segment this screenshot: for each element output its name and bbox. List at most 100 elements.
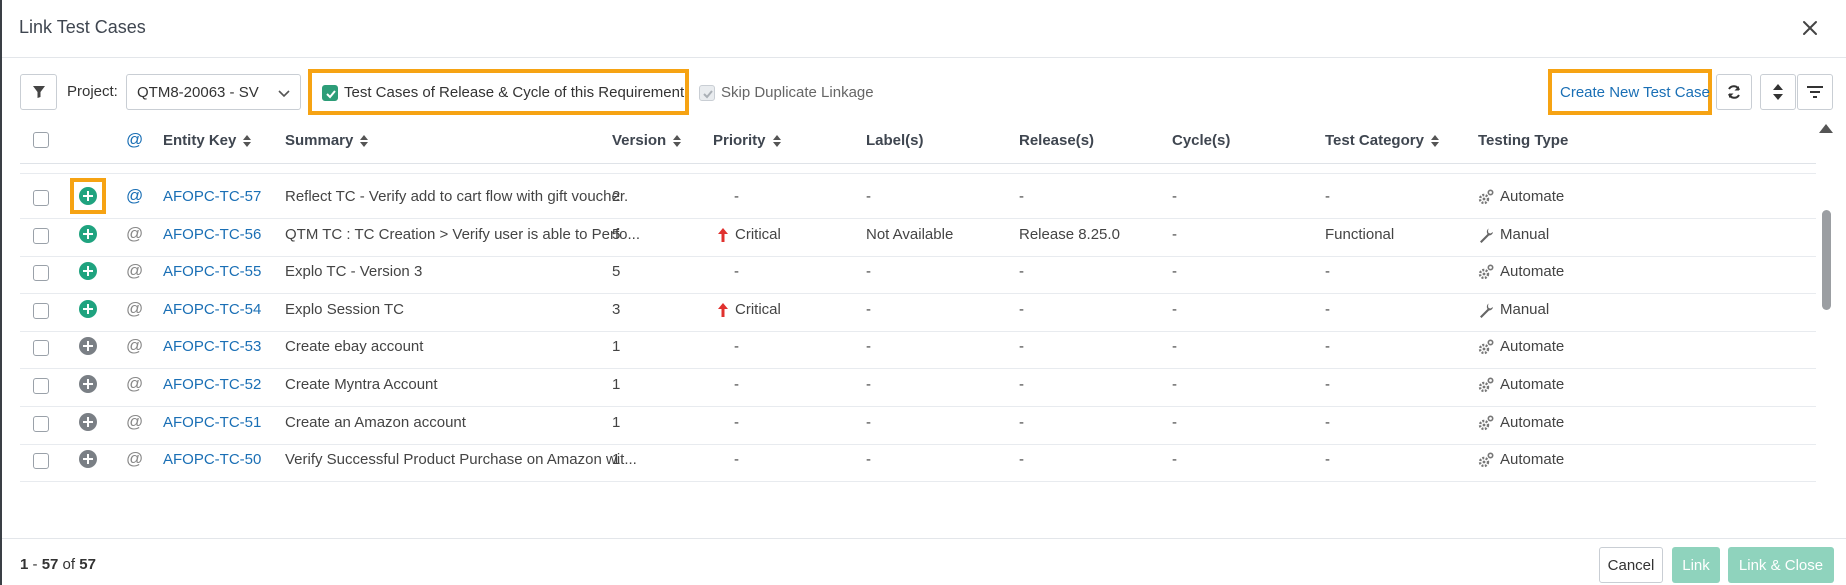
link-and-close-button[interactable]: Link & Close [1728, 547, 1834, 583]
at-icon[interactable]: @ [126, 261, 143, 281]
dialog-footer: 1 - 57 of 57 Cancel Link Link & Close [2, 538, 1846, 585]
column-priority[interactable]: Priority [713, 132, 782, 149]
release-cycle-filter-label[interactable]: Test Cases of Release & Cycle of this Re… [344, 84, 684, 101]
cycles-cell: - [1172, 188, 1177, 205]
skip-duplicate-checkbox[interactable] [699, 85, 715, 101]
column-summary-label: Summary [285, 132, 354, 149]
row-checkbox[interactable] [33, 265, 49, 282]
priority-cell: - [734, 451, 739, 469]
sort-indicator-icon [243, 135, 252, 148]
entity-key-cell[interactable]: AFOPC-TC-56 [163, 226, 261, 243]
entity-key-cell[interactable]: AFOPC-TC-55 [163, 263, 261, 280]
plus-circle-icon[interactable] [79, 337, 97, 356]
priority-label: Critical [735, 300, 781, 318]
releases-cell: - [1019, 188, 1024, 205]
entity-key-cell[interactable]: AFOPC-TC-54 [163, 301, 261, 318]
cancel-button[interactable]: Cancel [1599, 547, 1663, 583]
plus-circle-icon[interactable] [79, 299, 97, 318]
plus-circle-icon[interactable] [79, 450, 97, 469]
scrollbar-thumb[interactable] [1822, 210, 1831, 310]
at-icon[interactable]: @ [126, 449, 143, 469]
version-cell: 5 [612, 225, 621, 243]
releases-cell: - [1019, 300, 1024, 318]
test-cases-grid: @ Entity Key Summary Version Priority La… [20, 118, 1816, 536]
link-button[interactable]: Link [1672, 547, 1720, 583]
summary-cell: QTM TC : TC Creation > Verify user is ab… [285, 225, 640, 243]
at-icon[interactable]: @ [126, 336, 143, 356]
filter-button[interactable] [20, 74, 57, 110]
priority-cell: - [734, 376, 739, 393]
sort-indicator-icon [772, 135, 781, 148]
testing-type-label: Automate [1500, 376, 1565, 393]
column-version[interactable]: Version [612, 132, 682, 149]
row-checkbox[interactable] [33, 190, 49, 206]
column-summary[interactable]: Summary [285, 132, 369, 149]
release-cycle-filter-checkbox[interactable] [322, 85, 338, 101]
dialog-header: Link Test Cases [2, 0, 1846, 58]
at-icon[interactable]: @ [126, 186, 143, 206]
link-test-cases-dialog: Link Test Cases Project: QTM8-20063 - SV [2, 0, 1846, 585]
table-row[interactable]: @ AFOPC-TC-50 Verify Successful Product Pu… [20, 438, 1816, 483]
plus-circle-icon[interactable] [79, 262, 97, 281]
create-new-test-case-link[interactable]: Create New Test Case [1560, 84, 1710, 101]
row-checkbox[interactable] [33, 340, 49, 357]
refresh-button[interactable] [1716, 74, 1752, 110]
at-icon[interactable]: @ [126, 412, 143, 432]
plus-circle-icon[interactable] [79, 224, 97, 243]
chevron-down-icon [278, 90, 290, 98]
test-category-cell: - [1325, 338, 1330, 356]
column-entity-key[interactable]: Entity Key [163, 132, 252, 149]
row-checkbox[interactable] [33, 227, 49, 244]
sort-button[interactable] [1760, 74, 1796, 110]
entity-key-cell[interactable]: AFOPC-TC-57 [163, 188, 261, 205]
test-category-cell: - [1325, 376, 1330, 393]
plus-circle-icon[interactable] [79, 412, 97, 431]
row-checkbox[interactable] [33, 302, 49, 319]
testing-type-label: Automate [1500, 413, 1565, 431]
column-testing-type: Testing Type [1478, 132, 1569, 149]
total-count: 57 [79, 556, 96, 573]
entity-key-cell[interactable]: AFOPC-TC-51 [163, 414, 261, 431]
row-checkbox[interactable] [33, 415, 49, 432]
column-test-category[interactable]: Test Category [1325, 132, 1440, 149]
plus-circle-icon[interactable] [79, 187, 97, 205]
summary-cell: Create Myntra Account [285, 376, 438, 393]
column-labels: Label(s) [866, 132, 924, 149]
gears-icon [1478, 452, 1494, 468]
testing-type-label: Automate [1500, 451, 1565, 469]
entity-key-cell[interactable]: AFOPC-TC-50 [163, 451, 261, 468]
testing-type-cell: Automate [1478, 376, 1564, 393]
testing-type-label: Manual [1500, 300, 1550, 318]
row-checkbox[interactable] [33, 378, 49, 394]
skip-duplicate-label[interactable]: Skip Duplicate Linkage [721, 84, 874, 101]
sort-indicator-icon [673, 135, 682, 148]
funnel-icon [32, 86, 45, 98]
at-icon[interactable]: @ [126, 224, 143, 244]
row-checkbox[interactable] [33, 453, 49, 470]
entity-key-cell[interactable]: AFOPC-TC-52 [163, 376, 261, 393]
at-icon[interactable]: @ [126, 374, 143, 394]
labels-cell: Not Available [866, 225, 954, 243]
column-filter-button[interactable] [1797, 74, 1833, 110]
testing-type-cell: Automate [1478, 188, 1564, 205]
grid-scrollbar[interactable] [1819, 124, 1833, 534]
version-cell: 1 [612, 376, 621, 393]
range-separator: - [28, 556, 42, 573]
cycles-cell: - [1172, 376, 1177, 393]
testing-type-cell: Automate [1478, 263, 1564, 280]
range-end: 57 [41, 556, 59, 573]
labels-cell: - [866, 338, 871, 356]
project-select[interactable]: QTM8-20063 - SV [126, 74, 301, 110]
version-cell: 1 [612, 338, 621, 356]
sort-indicator-icon [360, 135, 369, 148]
select-all-checkbox[interactable] [33, 132, 49, 148]
priority-cell: - [734, 413, 739, 431]
scroll-up-arrow-icon[interactable] [1819, 124, 1833, 133]
plus-circle-icon[interactable] [79, 375, 97, 393]
entity-key-cell[interactable]: AFOPC-TC-53 [163, 338, 261, 355]
of-label: of [58, 556, 80, 573]
close-button[interactable] [1796, 14, 1824, 42]
at-icon[interactable]: @ [126, 299, 143, 319]
priority-cell: - [734, 188, 739, 205]
releases-cell: - [1019, 413, 1024, 431]
